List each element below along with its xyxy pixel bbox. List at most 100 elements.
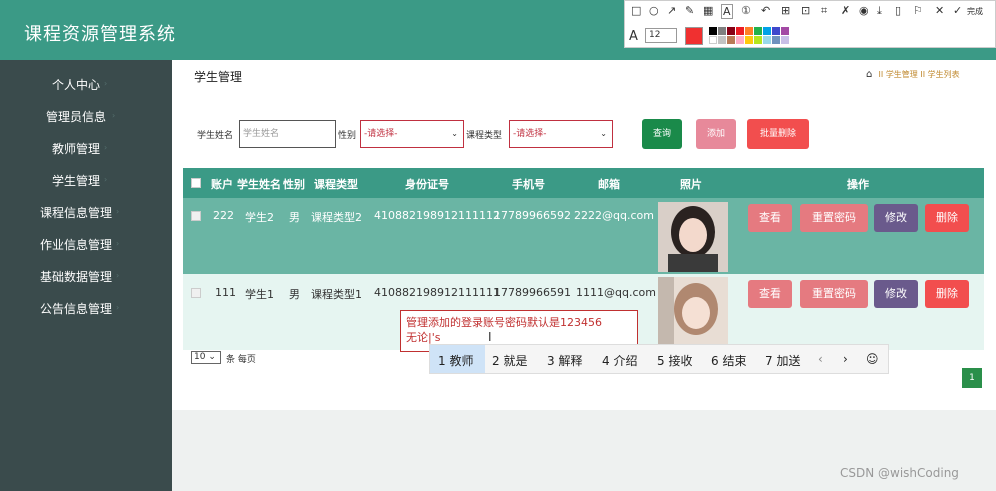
- add-button[interactable]: 添加: [696, 119, 736, 149]
- color-swatch[interactable]: [763, 36, 771, 44]
- chevron-icon: ›: [116, 207, 120, 216]
- rectangle-tool-icon[interactable]: □: [631, 4, 641, 17]
- sidebar-item-personal[interactable]: 个人中心 ›: [0, 76, 172, 100]
- edit-button[interactable]: 修改: [874, 280, 918, 308]
- select-all-checkbox[interactable]: [191, 178, 201, 188]
- chevron-icon: ›: [116, 303, 120, 312]
- sidebar-item-label: 作业信息管理: [40, 238, 113, 252]
- color-swatch[interactable]: [709, 27, 717, 35]
- breadcrumb-item[interactable]: 学生列表: [928, 70, 960, 79]
- font-size-select[interactable]: 12: [645, 28, 677, 43]
- ime-candidate[interactable]: 1 教师: [438, 352, 473, 369]
- color-swatch[interactable]: [781, 36, 789, 44]
- color-swatch[interactable]: [727, 36, 735, 44]
- watermark: CSDN @wishCoding: [840, 466, 959, 480]
- type-select[interactable]: -请选择- ⌄: [509, 120, 613, 148]
- ime-candidate[interactable]: 4 介绍: [602, 352, 637, 369]
- scan-icon[interactable]: ⌗: [821, 4, 827, 18]
- confirm-icon[interactable]: ✓: [953, 4, 962, 17]
- color-swatch[interactable]: [772, 36, 780, 44]
- sidebar-item-courses[interactable]: 课程信息管理 ›: [0, 204, 172, 228]
- color-swatch[interactable]: [736, 27, 744, 35]
- chevron-down-icon: ⌄: [600, 129, 607, 138]
- sidebar-item-homework[interactable]: 作业信息管理 ›: [0, 236, 172, 260]
- sidebar-item-admin[interactable]: 管理员信息 ›: [0, 108, 172, 132]
- reset-password-button[interactable]: 重置密码: [800, 280, 868, 308]
- cancel-icon[interactable]: ✕: [935, 4, 944, 17]
- chevron-right-icon[interactable]: ›: [843, 352, 848, 366]
- download-icon[interactable]: ⤓: [877, 4, 882, 18]
- sidebar-item-label: 个人中心: [52, 78, 101, 92]
- gender-select-value: -请选择-: [364, 129, 398, 139]
- view-button[interactable]: 查看: [748, 280, 792, 308]
- current-color-swatch[interactable]: [685, 27, 703, 45]
- row-checkbox[interactable]: [191, 211, 201, 221]
- sidebar-item-notices[interactable]: 公告信息管理 ›: [0, 300, 172, 324]
- color-swatch[interactable]: [736, 36, 744, 44]
- col-phone: 手机号: [512, 178, 545, 191]
- sidebar-item-basedata[interactable]: 基础数据管理 ›: [0, 268, 172, 292]
- color-swatch[interactable]: [727, 27, 735, 35]
- chevron-left-icon[interactable]: ‹: [818, 352, 823, 366]
- delete-button[interactable]: 删除: [925, 204, 969, 232]
- ime-candidate[interactable]: 2 就是: [492, 352, 527, 369]
- color-swatch[interactable]: [754, 27, 762, 35]
- ime-candidate[interactable]: 6 结束: [711, 352, 746, 369]
- text-tool-icon[interactable]: A: [721, 4, 733, 19]
- color-swatch[interactable]: [772, 27, 780, 35]
- bookmark-icon[interactable]: ⚐: [913, 4, 923, 17]
- pencil-tool-icon[interactable]: ✎: [685, 4, 694, 17]
- search-button[interactable]: 查询: [642, 119, 682, 149]
- emoji-icon[interactable]: ☺: [866, 352, 879, 366]
- per-page-select[interactable]: 10 ⌄: [191, 351, 221, 364]
- cell-name: 学生1: [245, 288, 274, 301]
- color-swatch[interactable]: [718, 36, 726, 44]
- app-title: 课程资源管理系统: [24, 24, 176, 45]
- gender-select[interactable]: -请选择- ⌄: [360, 120, 464, 148]
- sidebar-item-students[interactable]: 学生管理 ›: [0, 172, 172, 196]
- color-swatch[interactable]: [754, 36, 762, 44]
- arrow-tool-icon[interactable]: ↗: [667, 4, 676, 17]
- save-icon[interactable]: ▯: [895, 4, 901, 17]
- cell-type: 课程类型2: [311, 211, 362, 224]
- edit-button[interactable]: 修改: [874, 204, 918, 232]
- chevron-icon: ›: [104, 79, 108, 88]
- col-photo: 照片: [680, 178, 702, 191]
- cell-id: 410882198912111111: [374, 286, 500, 299]
- col-name: 学生姓名: [237, 178, 281, 191]
- page-number-button[interactable]: 1: [962, 368, 982, 388]
- undo-icon[interactable]: ↶: [761, 4, 770, 17]
- ime-candidate[interactable]: 5 接收: [657, 352, 692, 369]
- name-input[interactable]: 学生姓名: [239, 120, 336, 148]
- color-swatch[interactable]: [745, 27, 753, 35]
- ime-candidate[interactable]: 3 解释: [547, 352, 582, 369]
- color-swatch[interactable]: [718, 27, 726, 35]
- number-tool-icon[interactable]: ①: [741, 4, 751, 17]
- cell-gender: 男: [289, 211, 300, 224]
- mosaic-tool-icon[interactable]: ▦: [703, 4, 713, 17]
- home-icon[interactable]: ⌂: [866, 69, 876, 80]
- ellipse-tool-icon[interactable]: ○: [649, 4, 659, 17]
- chevron-icon: ›: [104, 143, 108, 152]
- sidebar-item-label: 课程信息管理: [40, 206, 113, 220]
- pin-icon[interactable]: ✗: [841, 4, 850, 17]
- color-swatch[interactable]: [763, 27, 771, 35]
- ocr-icon[interactable]: ⊞: [781, 4, 790, 17]
- done-label[interactable]: 完成: [967, 6, 983, 17]
- cell-phone: 17789966592: [494, 209, 571, 222]
- table-row: 222 学生2 男 课程类型2 410882198912111112 17789…: [183, 198, 984, 274]
- color-swatch[interactable]: [709, 36, 717, 44]
- record-icon[interactable]: ◉: [859, 4, 869, 17]
- ime-candidate[interactable]: 7 加送: [765, 352, 800, 369]
- color-swatch[interactable]: [781, 27, 789, 35]
- reset-password-button[interactable]: 重置密码: [800, 204, 868, 232]
- view-button[interactable]: 查看: [748, 204, 792, 232]
- sidebar-item-teachers[interactable]: 教师管理 ›: [0, 140, 172, 164]
- color-swatch[interactable]: [745, 36, 753, 44]
- batch-delete-button[interactable]: 批量删除: [747, 119, 809, 149]
- delete-button[interactable]: 删除: [925, 280, 969, 308]
- row-checkbox[interactable]: [191, 288, 201, 298]
- table-header: 账户 学生姓名 性别 课程类型 身份证号 手机号 邮箱 照片 操作: [183, 168, 984, 198]
- breadcrumb-item[interactable]: 学生管理: [886, 70, 918, 79]
- translate-icon[interactable]: ⊡: [801, 4, 810, 17]
